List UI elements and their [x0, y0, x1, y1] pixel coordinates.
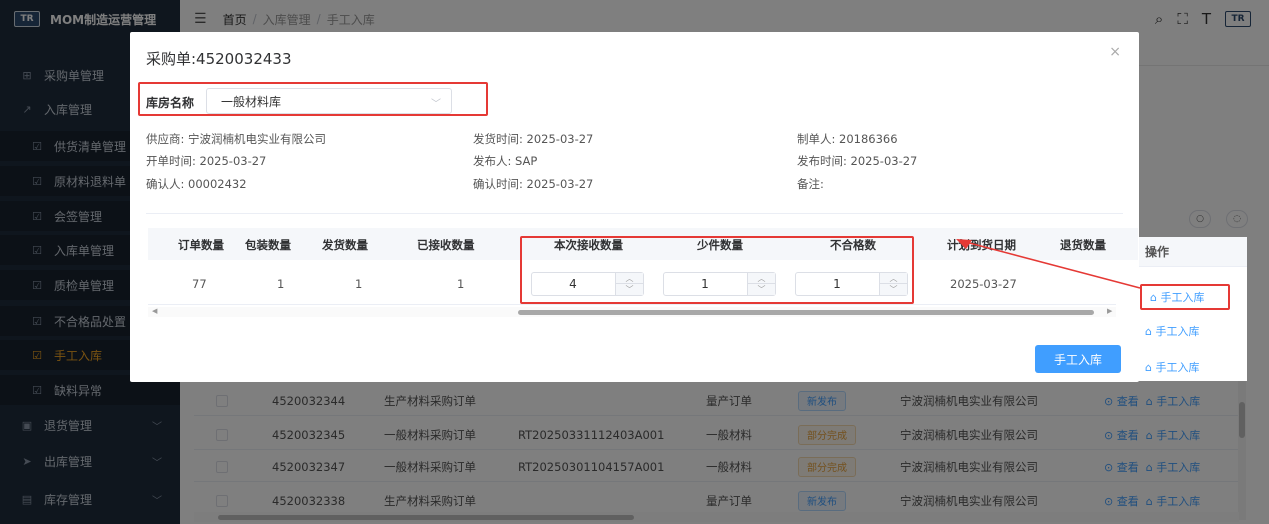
manual-inbound-link[interactable]: ⌂ 手工入库	[1137, 316, 1247, 346]
td-ship-qty: 1	[355, 277, 363, 291]
manual-inbound-submit-button[interactable]: 手工入库	[1035, 345, 1121, 373]
info-publisher: 发布人: SAP	[473, 154, 538, 168]
th-plan-date: 计划到货日期	[947, 238, 1016, 252]
scroll-right-icon[interactable]: ▶	[1107, 307, 1112, 315]
info-confirm-time: 确认时间: 2025-03-27	[473, 177, 594, 191]
purchase-order-dialog: 采购单:4520032433 × 库房名称 一般材料库 ﹀ 供应商: 宁波润楠机…	[130, 32, 1139, 382]
warehouse-select[interactable]: 一般材料库 ﹀	[206, 88, 452, 114]
th-pack-qty: 包装数量	[245, 238, 291, 252]
th-order-qty: 订单数量	[178, 238, 224, 252]
td-order-qty: 77	[192, 277, 207, 291]
info-remark: 备注:	[797, 177, 824, 191]
th-return-qty: 退货数量	[1060, 238, 1106, 252]
info-ship-time: 发货时间: 2025-03-27	[473, 132, 594, 146]
manual-inbound-link[interactable]: ⌂ 手工入库	[1137, 352, 1247, 382]
th-ship-qty: 发货数量	[322, 238, 368, 252]
th-received-qty: 已接收数量	[417, 238, 475, 252]
op-column-header: 操作	[1137, 237, 1247, 267]
close-icon[interactable]: ×	[1109, 44, 1121, 60]
quantity-highlight-box	[520, 236, 914, 304]
td-received-qty: 1	[457, 277, 465, 291]
info-publish-time: 发布时间: 2025-03-27	[797, 154, 918, 168]
warehouse-label: 库房名称	[146, 96, 195, 110]
info-supplier: 供应商: 宁波润楠机电实业有限公司	[146, 132, 327, 146]
inbound-icon: ⌂	[1145, 360, 1156, 374]
detail-scroll-thumb[interactable]	[518, 310, 1094, 315]
inbound-icon: ⌂	[1150, 290, 1161, 304]
scroll-left-icon[interactable]: ◀	[152, 307, 157, 315]
info-creator: 制单人: 20186366	[797, 132, 898, 146]
info-confirmer: 确认人: 00002432	[146, 177, 247, 191]
td-pack-qty: 1	[277, 277, 285, 291]
inbound-icon: ⌂	[1145, 324, 1156, 338]
manual-inbound-link-highlight[interactable]: ⌂ 手工入库	[1140, 284, 1230, 310]
td-plan-date: 2025-03-27	[950, 277, 1017, 291]
warehouse-value: 一般材料库	[221, 94, 282, 109]
chevron-down-icon: ﹀	[431, 99, 441, 110]
divider	[146, 213, 1123, 214]
row-divider	[148, 304, 1116, 305]
info-open-time: 开单时间: 2025-03-27	[146, 154, 267, 168]
dialog-title: 采购单:4520032433	[146, 50, 292, 68]
